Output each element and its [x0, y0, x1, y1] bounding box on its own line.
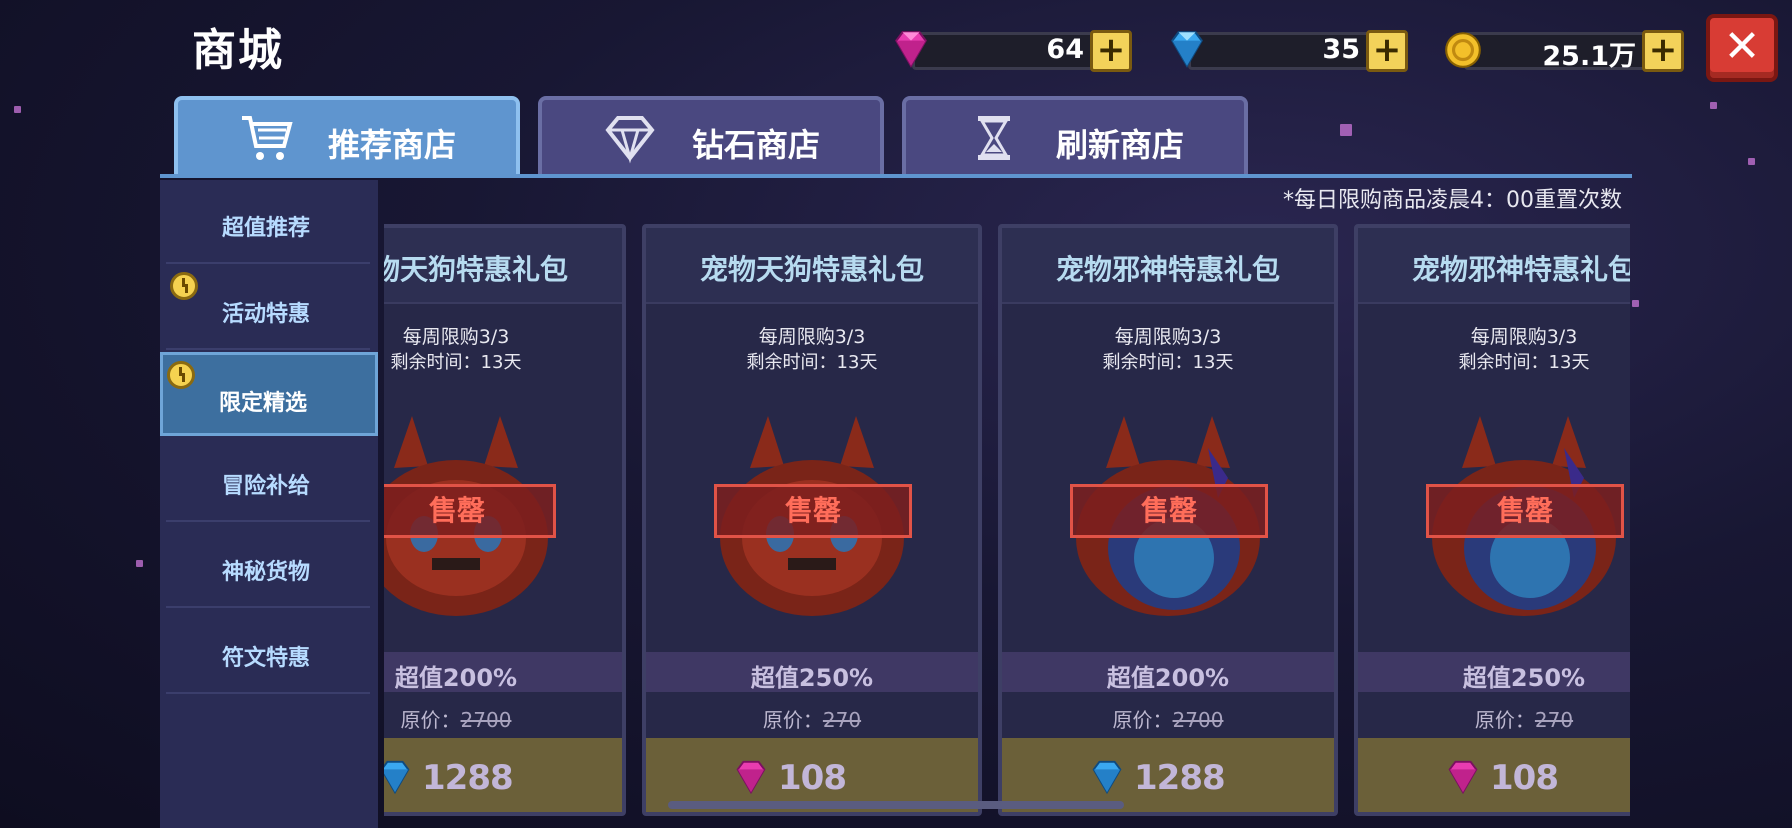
- currency-value: 64: [1046, 34, 1084, 65]
- close-button[interactable]: ✕: [1706, 14, 1778, 82]
- original-price-row: 原价：2700: [1002, 704, 1334, 733]
- currency-pink-gem: 64 +: [882, 26, 1132, 72]
- tab-label: 钻石商店: [692, 126, 821, 164]
- value-percent: 超值200%: [1106, 664, 1230, 692]
- sold-out-badge: 售罄: [714, 484, 912, 538]
- clock-icon: [170, 272, 198, 300]
- background-star: [1632, 300, 1639, 307]
- currency-gold-coin: 25.1万 +: [1434, 26, 1684, 72]
- background-star: [14, 106, 21, 113]
- blue-diamond-icon: [1171, 31, 1203, 68]
- page-title: 商城: [192, 25, 284, 76]
- tab-diamond-shop[interactable]: 钻石商店: [538, 96, 884, 176]
- blue-diamond-icon: [384, 760, 410, 795]
- sidebar-item-rune-deals[interactable]: 符文特惠: [166, 610, 370, 694]
- sidebar-item-label: 超值推荐: [222, 216, 311, 241]
- pink-gem-icon: [736, 760, 766, 795]
- pink-gem-icon: [895, 31, 927, 68]
- original-price: 2700: [1172, 708, 1224, 732]
- product-card[interactable]: 宠物天狗特惠礼包 每周限购3/3 剩余时间：13天 售罄 超值250% 原价：2…: [642, 224, 982, 816]
- add-blue-diamond-button[interactable]: +: [1366, 30, 1408, 72]
- background-star: [1340, 124, 1352, 136]
- sold-out-badge: 售罄: [384, 484, 556, 538]
- purchase-limit: 每周限购3/3: [402, 326, 510, 348]
- price: 108: [778, 758, 847, 798]
- background-star: [1748, 158, 1755, 165]
- remaining-time: 剩余时间：13天: [1458, 352, 1590, 373]
- product-title: 宠物邪神特惠礼包: [1055, 253, 1280, 286]
- price: 1288: [1134, 758, 1226, 798]
- sidebar-item-label: 活动特惠: [222, 302, 311, 327]
- purchase-limit: 每周限购3/3: [1114, 326, 1222, 348]
- clock-icon: [167, 361, 195, 389]
- background-star: [136, 560, 143, 567]
- sold-out-badge: 售罄: [1426, 484, 1624, 538]
- currency-blue-diamond: 35 +: [1158, 26, 1408, 72]
- original-price-label: 原价：: [762, 708, 823, 732]
- sidebar-item-label: 冒险补给: [222, 474, 311, 499]
- original-price-label: 原价：: [400, 708, 461, 732]
- buy-button[interactable]: 108: [1358, 738, 1630, 812]
- remaining-time: 剩余时间：13天: [746, 352, 878, 373]
- product-title: 宠物天狗特惠礼包: [699, 253, 924, 286]
- price: 1288: [422, 758, 514, 798]
- original-price: 270: [822, 708, 862, 732]
- original-price-row: 原价：270: [1358, 704, 1630, 733]
- sidebar-item-label: 符文特惠: [222, 646, 311, 671]
- sidebar-item-mystery-goods[interactable]: 神秘货物: [166, 524, 370, 608]
- sold-out-badge: 售罄: [1070, 484, 1268, 538]
- add-pink-gem-button[interactable]: +: [1090, 30, 1132, 72]
- product-card[interactable]: 宠物邪神特惠礼包 每周限购3/3 剩余时间：13天 售罄 超值200% 原价：2…: [998, 224, 1338, 816]
- value-percent: 超值250%: [750, 664, 874, 692]
- original-price-row: 原价：2700: [384, 704, 622, 733]
- hourglass-icon: [978, 116, 1010, 160]
- tab-label: 推荐商店: [328, 126, 457, 164]
- product-title: 宠物邪神特惠礼包: [1411, 253, 1630, 286]
- sidebar-item-adventure-supplies[interactable]: 冒险补给: [166, 438, 370, 522]
- original-price-row: 原价：270: [646, 704, 978, 733]
- sidebar-item-value-recommend[interactable]: 超值推荐: [166, 180, 370, 264]
- price: 108: [1490, 758, 1559, 798]
- remaining-time: 剩余时间：13天: [1102, 352, 1234, 373]
- sidebar-item-label: 神秘货物: [222, 560, 311, 585]
- horizontal-scrollbar[interactable]: [668, 801, 1124, 809]
- cart-icon: [242, 116, 293, 160]
- category-sidebar: 超值推荐 活动特惠 限定精选 冒险补给 神秘货物 符文特惠: [160, 180, 378, 828]
- purchase-limit: 每周限购3/3: [1470, 326, 1578, 348]
- blue-diamond-icon: [1092, 760, 1122, 795]
- sidebar-item-label: 限定精选: [219, 391, 308, 416]
- sidebar-item-event-deals[interactable]: 活动特惠: [166, 266, 370, 350]
- gold-coin-icon: [1445, 32, 1481, 68]
- currency-value: 35: [1322, 34, 1360, 65]
- original-price: 270: [1534, 708, 1574, 732]
- reset-notice: *每日限购商品凌晨4：00重置次数: [1283, 188, 1622, 213]
- diamond-icon: [605, 116, 655, 164]
- currency-value: 25.1万: [1542, 41, 1636, 72]
- product-card[interactable]: 宠物邪神特惠礼包 每周限购3/3 剩余时间：13天 售罄 超值250% 原价：2…: [1354, 224, 1630, 816]
- panel-divider: [160, 174, 1632, 178]
- product-card[interactable]: 宠物天狗特惠礼包 每周限购3/3 剩余时间：13天 售罄 超值200% 原价：2…: [384, 224, 626, 816]
- product-title: 宠物天狗特惠礼包: [384, 253, 568, 286]
- value-percent: 超值250%: [1462, 664, 1586, 692]
- tab-refresh-shop[interactable]: 刷新商店: [902, 96, 1248, 176]
- original-price: 2700: [460, 708, 512, 732]
- add-gold-coin-button[interactable]: +: [1642, 30, 1684, 72]
- value-percent: 超值200%: [394, 664, 518, 692]
- background-star: [1710, 102, 1717, 109]
- buy-button[interactable]: 1288: [384, 738, 622, 812]
- tab-label: 刷新商店: [1056, 126, 1185, 164]
- product-list[interactable]: 宠物天狗特惠礼包 每周限购3/3 剩余时间：13天 售罄 超值200% 原价：2…: [384, 216, 1630, 828]
- sidebar-item-limited-selection[interactable]: 限定精选: [160, 352, 378, 436]
- tab-recommended-shop[interactable]: 推荐商店: [174, 96, 520, 176]
- original-price-label: 原价：: [1474, 708, 1535, 732]
- remaining-time: 剩余时间：13天: [390, 352, 522, 373]
- pink-gem-icon: [1448, 760, 1478, 795]
- original-price-label: 原价：: [1112, 708, 1173, 732]
- purchase-limit: 每周限购3/3: [758, 326, 866, 348]
